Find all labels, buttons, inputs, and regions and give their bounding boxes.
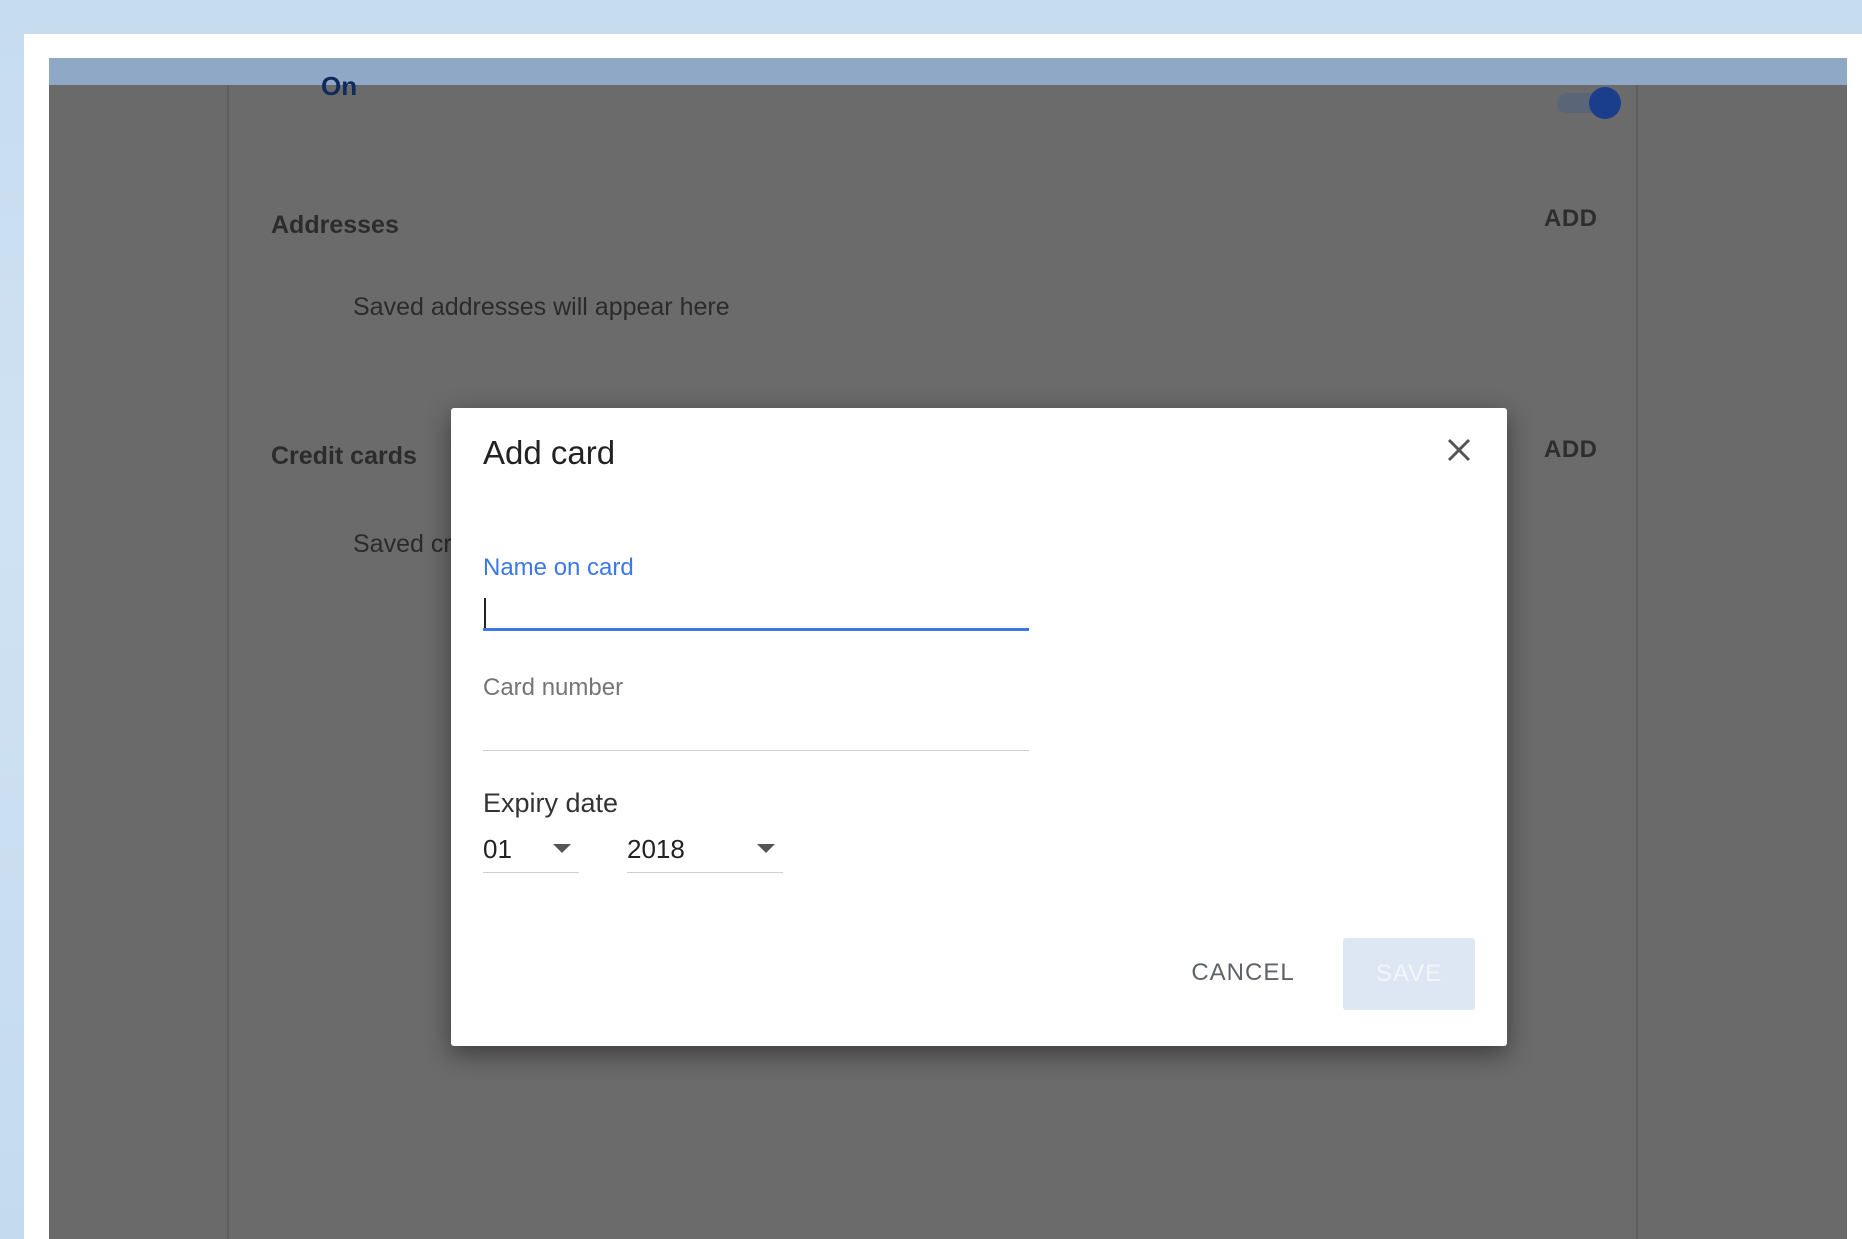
save-button[interactable]: SAVE — [1343, 938, 1475, 1010]
expiry-year-select[interactable]: 2018 — [627, 828, 783, 873]
expiry-year-value: 2018 — [627, 834, 685, 864]
addresses-empty-text: Saved addresses will appear here — [353, 293, 730, 321]
cancel-button[interactable]: CANCEL — [1171, 938, 1315, 1008]
chevron-down-icon — [757, 844, 775, 853]
card-number-input[interactable] — [483, 712, 1029, 751]
name-on-card-label: Name on card — [483, 554, 634, 581]
close-icon — [1447, 438, 1471, 462]
addresses-heading: Addresses — [271, 211, 399, 239]
browser-viewport: On Addresses ADD Saved addresses will ap… — [49, 58, 1847, 1239]
autofill-toggle-label: On — [321, 71, 358, 101]
text-caret — [484, 598, 486, 628]
card-number-field: Card number — [483, 674, 1029, 751]
dialog-title: Add card — [483, 434, 616, 471]
top-bar — [49, 58, 1847, 85]
autofill-toggle[interactable] — [1557, 87, 1621, 119]
expiry-month-value: 01 — [483, 834, 512, 864]
expiry-date-label: Expiry date — [483, 788, 619, 818]
name-on-card-input[interactable] — [483, 592, 1029, 631]
add-credit-card-button[interactable]: ADD — [1544, 436, 1598, 464]
close-button[interactable] — [1439, 430, 1479, 470]
add-card-dialog: Add card Name on card Card number Expiry… — [451, 408, 1507, 1046]
name-on-card-field: Name on card — [483, 554, 1029, 631]
add-address-button[interactable]: ADD — [1544, 205, 1598, 233]
chevron-down-icon — [553, 844, 571, 853]
expiry-month-select[interactable]: 01 — [483, 828, 579, 873]
card-number-label: Card number — [483, 674, 624, 701]
credit-cards-heading: Credit cards — [271, 442, 417, 470]
toggle-knob — [1589, 87, 1621, 119]
